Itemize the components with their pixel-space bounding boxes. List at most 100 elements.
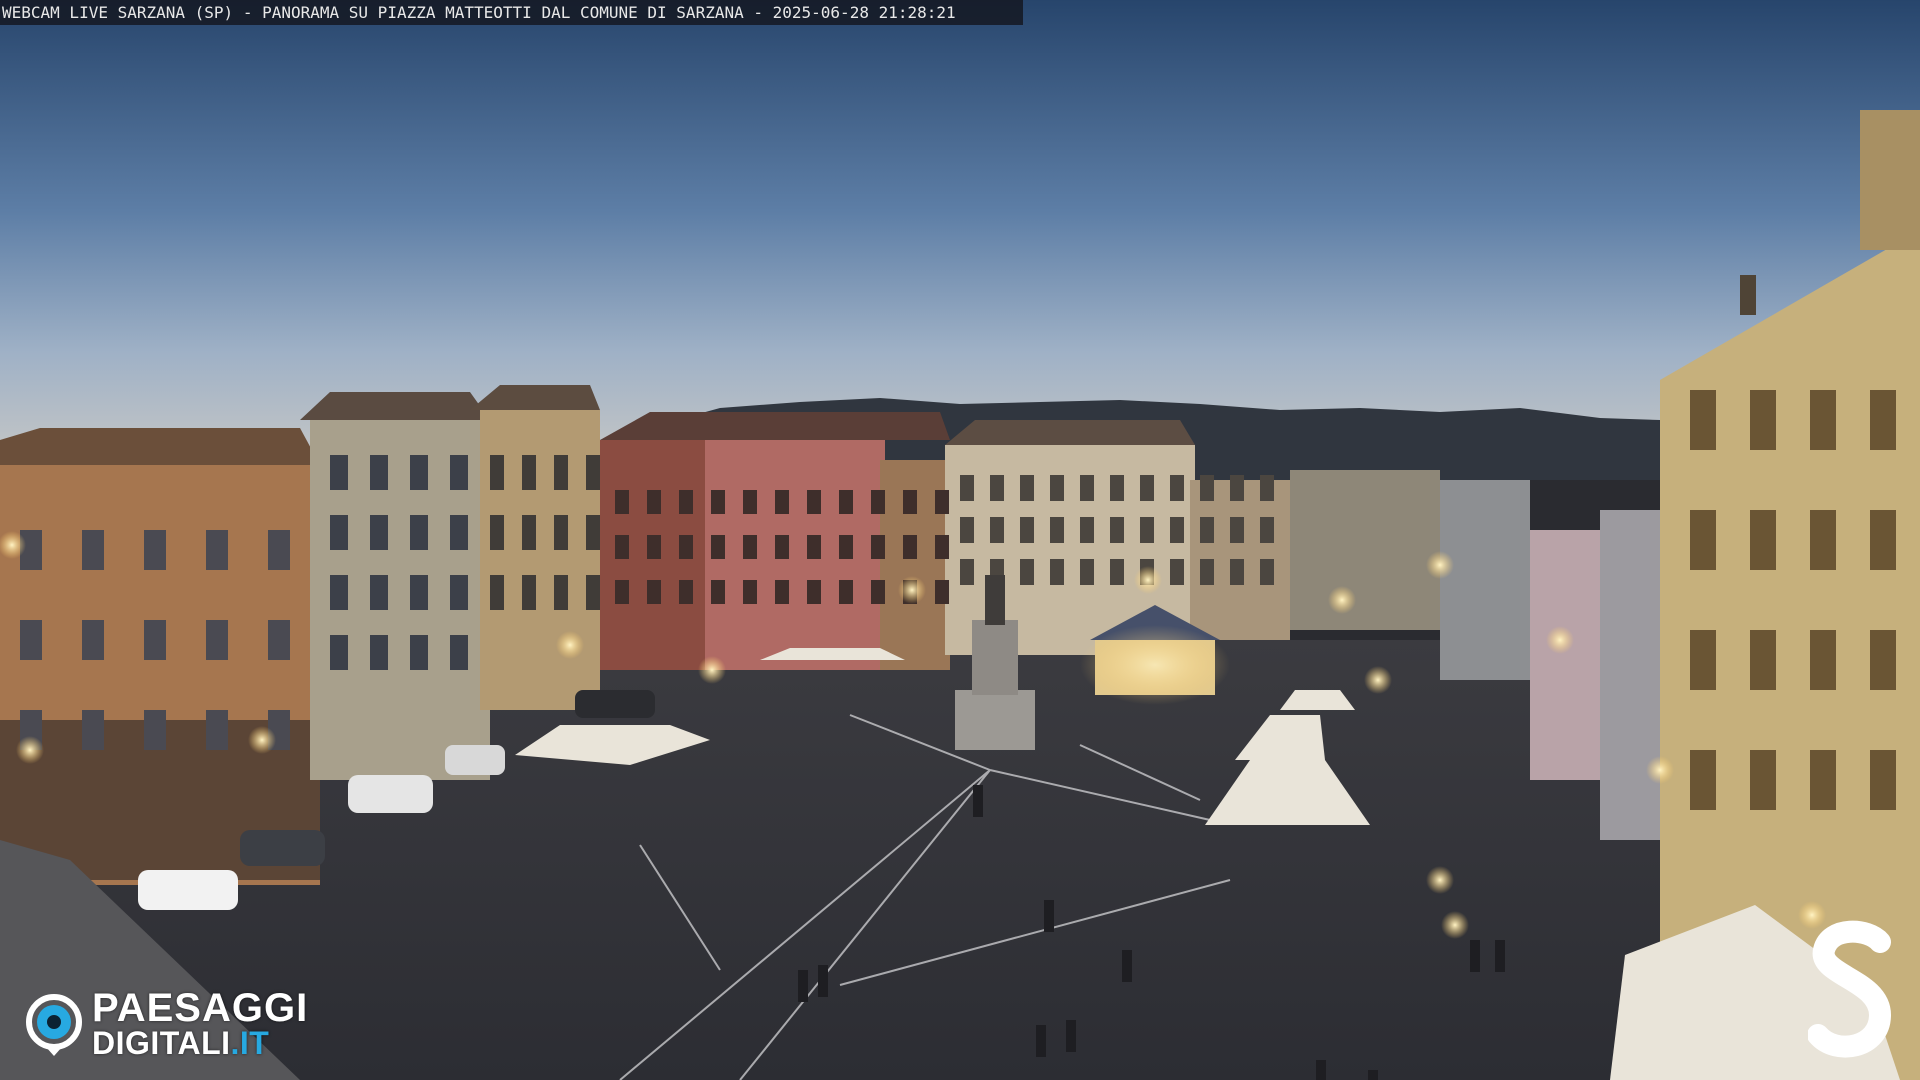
window (935, 490, 949, 514)
window (330, 515, 348, 550)
window (839, 580, 853, 604)
window (1260, 517, 1274, 543)
webcam-caption: WEBCAM LIVE SARZANA (SP) - PANORAMA SU P… (0, 0, 1023, 25)
window (990, 475, 1004, 501)
pedestrian (1122, 950, 1132, 982)
window (586, 575, 600, 610)
window (1810, 750, 1836, 810)
window (370, 575, 388, 610)
window (711, 580, 725, 604)
lamp-glow (1134, 566, 1162, 594)
window (807, 535, 821, 559)
window (268, 620, 290, 660)
lamp-glow (248, 726, 276, 754)
window (990, 517, 1004, 543)
window (775, 535, 789, 559)
window (410, 515, 428, 550)
window (775, 490, 789, 514)
window (1750, 750, 1776, 810)
window (82, 710, 104, 750)
logo-wordmark-tld: .IT (230, 1025, 270, 1061)
lamp-glow (16, 736, 44, 764)
window (1140, 475, 1154, 501)
window (1110, 559, 1124, 585)
window (1750, 390, 1776, 450)
window (370, 635, 388, 670)
window (1260, 475, 1274, 501)
lamp-glow (898, 576, 926, 604)
window (1140, 517, 1154, 543)
window (522, 455, 536, 490)
window (1020, 517, 1034, 543)
window (1870, 630, 1896, 690)
window (1260, 559, 1274, 585)
window (268, 530, 290, 570)
window (1110, 475, 1124, 501)
logo-wordmark-bottom: DIGITALI.IT (92, 1026, 269, 1060)
window (1870, 750, 1896, 810)
window (522, 575, 536, 610)
lamp-glow (1546, 626, 1574, 654)
window (1170, 517, 1184, 543)
window (1810, 390, 1836, 450)
window (871, 535, 885, 559)
window (615, 580, 629, 604)
logo-wordmark-top: PAESAGGI (92, 986, 309, 1030)
window (1750, 510, 1776, 570)
window (1050, 559, 1064, 585)
window (1750, 630, 1776, 690)
window (775, 580, 789, 604)
window (1690, 630, 1716, 690)
eye-logo-icon (26, 994, 82, 1056)
window (370, 455, 388, 490)
s-monogram-logo (1808, 920, 1892, 1058)
lamp-glow (556, 631, 584, 659)
window (450, 575, 468, 610)
window (490, 515, 504, 550)
window (903, 490, 917, 514)
pedestrian (798, 970, 808, 1002)
window (679, 580, 693, 604)
window (1230, 517, 1244, 543)
window (330, 575, 348, 610)
lamp-glow (1426, 866, 1454, 894)
window (935, 580, 949, 604)
window (144, 620, 166, 660)
window (679, 535, 693, 559)
window (206, 620, 228, 660)
lamp-glow (1364, 666, 1392, 694)
sky (0, 0, 1920, 470)
window (1810, 510, 1836, 570)
window (522, 515, 536, 550)
window (935, 535, 949, 559)
pedestrian (1316, 1060, 1326, 1080)
window (1200, 559, 1214, 585)
window (1020, 559, 1034, 585)
window (370, 515, 388, 550)
window (839, 490, 853, 514)
window (1050, 475, 1064, 501)
pedestrian (1495, 940, 1505, 972)
window (330, 635, 348, 670)
window (807, 490, 821, 514)
window (711, 535, 725, 559)
window (1690, 390, 1716, 450)
window (647, 580, 661, 604)
window (1810, 630, 1836, 690)
webcam-scene (0, 0, 1920, 1080)
window (450, 635, 468, 670)
window (554, 575, 568, 610)
window (903, 535, 917, 559)
window (871, 490, 885, 514)
window (82, 620, 104, 660)
window (586, 515, 600, 550)
window (647, 535, 661, 559)
window (1200, 475, 1214, 501)
window (743, 580, 757, 604)
window (1200, 517, 1214, 543)
pedestrian (1036, 1025, 1046, 1057)
pedestrian (1044, 900, 1054, 932)
window (1170, 475, 1184, 501)
window (586, 455, 600, 490)
window (20, 620, 42, 660)
